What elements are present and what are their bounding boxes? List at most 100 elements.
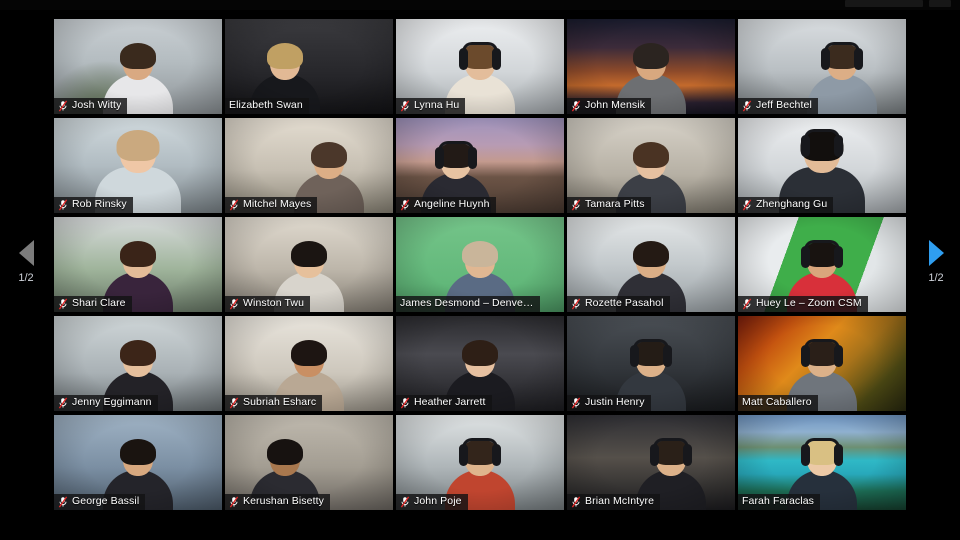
participant-name-label: Elizabeth Swan [225, 98, 309, 114]
muted-mic-icon [229, 199, 239, 210]
muted-mic-icon [571, 199, 581, 210]
participant-name-label: Huey Le – Zoom CSM [738, 296, 868, 312]
participant-name-label: Lynna Hu [396, 98, 466, 114]
participant-name-text: Angeline Huynh [414, 198, 490, 210]
muted-mic-icon [58, 100, 68, 111]
participant-name-label: Zhenghang Gu [738, 197, 834, 213]
participant-name-text: James Desmond – Denve… [400, 297, 534, 309]
participant-name-text: Elizabeth Swan [229, 99, 303, 111]
muted-mic-icon [400, 397, 410, 408]
participant-name-text: Farah Faraclas [742, 495, 815, 507]
participant-tile[interactable]: Matt Caballero [738, 316, 906, 411]
participant-tile[interactable]: James Desmond – Denve… [396, 217, 564, 312]
participant-name-text: Tamara Pitts [585, 198, 645, 210]
participant-tile[interactable]: Shari Clare [54, 217, 222, 312]
participant-tile[interactable]: Kerushan Bisetty [225, 415, 393, 510]
participant-tile[interactable]: Winston Twu [225, 217, 393, 312]
participant-name-text: Winston Twu [243, 297, 305, 309]
muted-mic-icon [229, 397, 239, 408]
triangle-right-icon[interactable] [928, 240, 944, 266]
participant-name-text: Mitchel Mayes [243, 198, 312, 210]
participant-name-label: Farah Faraclas [738, 494, 821, 510]
participant-tile[interactable]: Brian McIntyre [567, 415, 735, 510]
participant-name-label: Brian McIntyre [567, 494, 661, 510]
participant-tile[interactable]: Rob Rinsky [54, 118, 222, 213]
muted-mic-icon [571, 397, 581, 408]
participant-name-text: Zhenghang Gu [756, 198, 828, 210]
window-titlebar [0, 0, 960, 10]
prev-page-label: 1/2 [18, 272, 34, 284]
participant-tile[interactable]: John Poje [396, 415, 564, 510]
participant-name-text: Lynna Hu [414, 99, 460, 111]
participant-tile[interactable]: Subriah Esharc [225, 316, 393, 411]
participant-name-text: Jeff Bechtel [756, 99, 812, 111]
participant-tile[interactable]: Rozette Pasahol [567, 217, 735, 312]
participant-name-label: James Desmond – Denve… [396, 296, 540, 312]
participant-name-text: Rozette Pasahol [585, 297, 664, 309]
participant-name-label: Heather Jarrett [396, 395, 492, 411]
next-page-button[interactable]: 1/2 [916, 240, 956, 284]
muted-mic-icon [742, 100, 752, 111]
participant-name-label: Tamara Pitts [567, 197, 651, 213]
participant-name-text: Kerushan Bisetty [243, 495, 324, 507]
participant-name-text: George Bassil [72, 495, 140, 507]
triangle-left-icon[interactable] [18, 240, 34, 266]
participant-tile[interactable]: Josh Witty [54, 19, 222, 114]
muted-mic-icon [571, 298, 581, 309]
participant-tile[interactable]: Mitchel Mayes [225, 118, 393, 213]
participant-tile[interactable]: Zhenghang Gu [738, 118, 906, 213]
participant-name-text: Josh Witty [72, 99, 122, 111]
participant-name-text: John Poje [414, 495, 462, 507]
participant-tile[interactable]: Justin Henry [567, 316, 735, 411]
participant-name-text: Justin Henry [585, 396, 645, 408]
muted-mic-icon [400, 199, 410, 210]
participant-name-text: Subriah Esharc [243, 396, 317, 408]
participant-tile[interactable]: Heather Jarrett [396, 316, 564, 411]
participant-tile[interactable]: John Mensik [567, 19, 735, 114]
participant-name-label: Matt Caballero [738, 395, 818, 411]
participant-name-label: Kerushan Bisetty [225, 494, 330, 510]
participant-tile[interactable]: Angeline Huynh [396, 118, 564, 213]
participant-tile[interactable]: Tamara Pitts [567, 118, 735, 213]
window-chrome-right [929, 0, 951, 7]
muted-mic-icon [229, 496, 239, 507]
participant-grid: Josh Witty Elizabeth Swan Lynna Hu John M… [54, 19, 906, 513]
participant-tile[interactable]: Jenny Eggimann [54, 316, 222, 411]
muted-mic-icon [571, 100, 581, 111]
participant-name-text: Jenny Eggimann [72, 396, 152, 408]
participant-name-text: Matt Caballero [742, 396, 812, 408]
participant-name-text: John Mensik [585, 99, 646, 111]
participant-tile[interactable]: Elizabeth Swan [225, 19, 393, 114]
window-chrome-left [845, 0, 923, 7]
participant-tile[interactable]: Jeff Bechtel [738, 19, 906, 114]
participant-name-label: Josh Witty [54, 98, 128, 114]
participant-name-label: John Mensik [567, 98, 652, 114]
muted-mic-icon [58, 397, 68, 408]
muted-mic-icon [400, 100, 410, 111]
muted-mic-icon [58, 199, 68, 210]
participant-name-text: Huey Le – Zoom CSM [756, 297, 862, 309]
muted-mic-icon [229, 298, 239, 309]
participant-name-text: Heather Jarrett [414, 396, 486, 408]
muted-mic-icon [58, 496, 68, 507]
participant-name-label: Winston Twu [225, 296, 311, 312]
participant-tile[interactable]: George Bassil [54, 415, 222, 510]
participant-name-text: Rob Rinsky [72, 198, 127, 210]
participant-name-label: Shari Clare [54, 296, 132, 312]
participant-name-label: Rob Rinsky [54, 197, 133, 213]
prev-page-button[interactable]: 1/2 [6, 240, 46, 284]
participant-tile[interactable]: Lynna Hu [396, 19, 564, 114]
participant-name-label: Subriah Esharc [225, 395, 323, 411]
participant-name-label: Angeline Huynh [396, 197, 496, 213]
participant-name-label: John Poje [396, 494, 468, 510]
participant-name-label: Rozette Pasahol [567, 296, 670, 312]
muted-mic-icon [400, 496, 410, 507]
muted-mic-icon [571, 496, 581, 507]
participant-name-label: Justin Henry [567, 395, 651, 411]
participant-name-label: George Bassil [54, 494, 146, 510]
muted-mic-icon [742, 298, 752, 309]
participant-tile[interactable]: Huey Le – Zoom CSM [738, 217, 906, 312]
participant-tile[interactable]: Farah Faraclas [738, 415, 906, 510]
muted-mic-icon [742, 199, 752, 210]
participant-name-label: Jeff Bechtel [738, 98, 818, 114]
